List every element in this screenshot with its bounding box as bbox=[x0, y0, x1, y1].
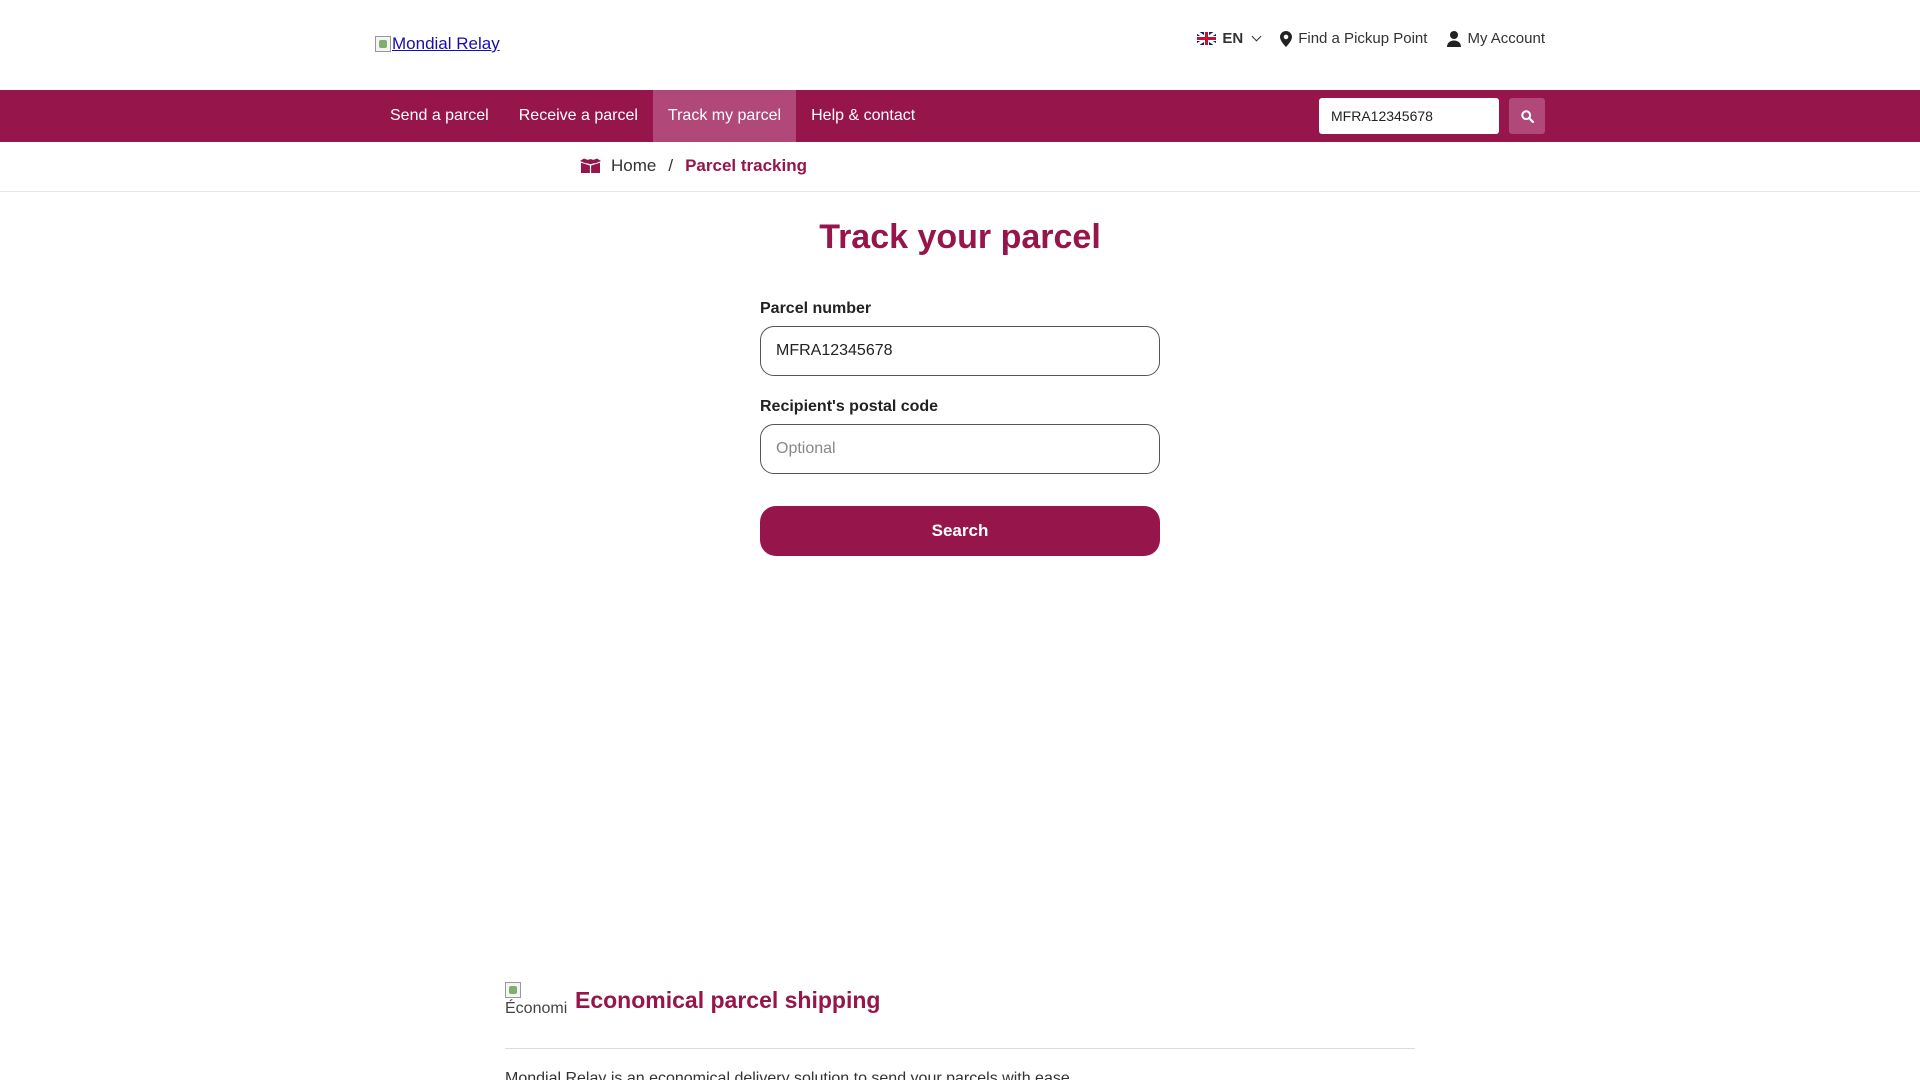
economical-image: Économi bbox=[505, 982, 575, 1018]
breadcrumb-separator: / bbox=[668, 156, 674, 175]
top-header: Mondial Relay EN Find a Pickup Point My … bbox=[0, 0, 1920, 90]
breadcrumb: Home / Parcel tracking bbox=[580, 156, 807, 176]
nav-item-receive-parcel[interactable]: Receive a parcel bbox=[504, 90, 653, 142]
page-title: Track your parcel bbox=[819, 218, 1101, 256]
language-label: EN bbox=[1222, 30, 1244, 47]
parcel-number-input[interactable] bbox=[760, 326, 1160, 376]
logo-link[interactable]: Mondial Relay bbox=[375, 34, 500, 54]
nav-items: Send a parcel Receive a parcel Track my … bbox=[375, 90, 930, 142]
uk-flag-icon bbox=[1197, 32, 1217, 45]
my-account-link[interactable]: My Account bbox=[1447, 30, 1545, 47]
parcel-box-icon bbox=[580, 158, 601, 173]
search-button[interactable]: Search bbox=[760, 506, 1160, 556]
section-divider bbox=[505, 1048, 1415, 1049]
postal-code-label: Recipient's postal code bbox=[760, 398, 939, 415]
parcel-number-label: Parcel number bbox=[760, 300, 872, 317]
nav-search-button[interactable] bbox=[1509, 98, 1545, 134]
search-icon bbox=[1520, 109, 1534, 123]
nav-search-input[interactable] bbox=[1319, 98, 1499, 134]
nav-item-send-parcel[interactable]: Send a parcel bbox=[375, 90, 504, 142]
map-pin-icon bbox=[1280, 30, 1293, 47]
nav-item-help-contact[interactable]: Help & contact bbox=[796, 90, 930, 142]
breadcrumb-current: Parcel tracking bbox=[685, 156, 807, 175]
nav-search bbox=[1319, 98, 1545, 134]
language-selector[interactable]: EN bbox=[1197, 30, 1262, 47]
section-title: Economical parcel shipping bbox=[575, 986, 881, 1013]
postal-code-input[interactable] bbox=[760, 424, 1160, 474]
economical-section-header: Économi Economical parcel shipping bbox=[505, 982, 880, 1018]
main-nav: Send a parcel Receive a parcel Track my … bbox=[0, 90, 1920, 142]
header-utilities: EN Find a Pickup Point My Account bbox=[1197, 30, 1545, 47]
breadcrumb-home[interactable]: Home bbox=[611, 156, 656, 176]
broken-image-icon bbox=[505, 982, 521, 998]
breadcrumb-bar: Home / Parcel tracking bbox=[0, 142, 1920, 192]
logo-alt-text: Mondial Relay bbox=[392, 34, 500, 53]
nav-item-track-parcel[interactable]: Track my parcel bbox=[652, 90, 797, 142]
my-account-label: My Account bbox=[1467, 30, 1545, 47]
tracking-form: Parcel number Recipient's postal code Se… bbox=[760, 300, 1160, 556]
section-text: Mondial Relay is an economical delivery … bbox=[505, 1070, 1075, 1080]
find-pickup-point-link[interactable]: Find a Pickup Point bbox=[1280, 30, 1427, 47]
chevron-down-icon bbox=[1251, 31, 1262, 42]
find-pickup-label: Find a Pickup Point bbox=[1298, 30, 1428, 47]
broken-image-icon bbox=[375, 36, 391, 52]
user-icon bbox=[1447, 30, 1462, 47]
economical-image-alt: Économi bbox=[505, 1000, 568, 1017]
